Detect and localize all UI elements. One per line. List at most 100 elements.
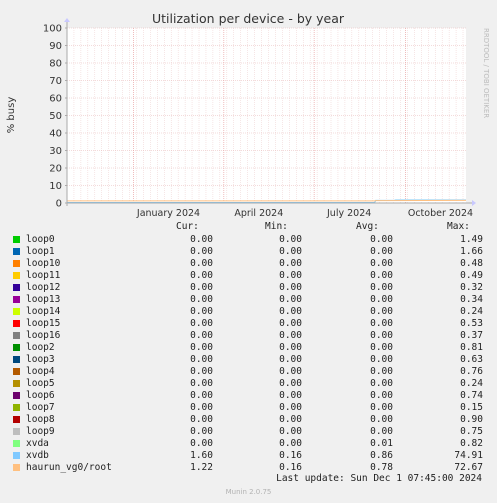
y-axis-label: % busy xyxy=(6,97,17,134)
legend-swatch xyxy=(13,284,20,291)
legend-row: loop14 0.00 0.00 0.00 0.24 xyxy=(0,306,497,318)
legend-avg-value: 0.00 xyxy=(370,294,393,305)
plot-area xyxy=(67,28,466,203)
legend-min-value: 0.00 xyxy=(279,234,302,245)
legend-min-value: 0.00 xyxy=(279,246,302,257)
legend-avg-value: 0.00 xyxy=(370,342,393,353)
legend-name: loop13 xyxy=(26,294,61,305)
legend-name: loop15 xyxy=(26,318,61,329)
legend-swatch xyxy=(13,452,20,459)
legend-swatch xyxy=(13,320,20,327)
legend-avg-value: 0.00 xyxy=(370,354,393,365)
legend-name: loop3 xyxy=(26,354,55,365)
legend-max-value: 0.76 xyxy=(460,366,483,377)
x-tick-label: October 2024 xyxy=(408,208,473,219)
legend-header-min: Min: xyxy=(265,221,288,232)
legend-min-value: 0.00 xyxy=(279,258,302,269)
legend-avg-value: 0.00 xyxy=(370,426,393,437)
legend-max-value: 0.15 xyxy=(460,402,483,413)
legend-row: xvdb 1.60 0.16 0.86 74.91 xyxy=(0,450,497,462)
legend-avg-value: 0.00 xyxy=(370,414,393,425)
legend-cur-value: 0.00 xyxy=(190,438,213,449)
legend-avg-value: 0.00 xyxy=(370,330,393,341)
chart-title: Utilization per device - by year xyxy=(152,11,345,26)
legend-cur-value: 0.00 xyxy=(190,318,213,329)
legend-min-value: 0.00 xyxy=(279,294,302,305)
legend-min-value: 0.00 xyxy=(279,438,302,449)
legend-cur-value: 0.00 xyxy=(190,414,213,425)
legend-avg-value: 0.00 xyxy=(370,378,393,389)
legend-max-value: 0.74 xyxy=(460,390,483,401)
y-tick-label: 0 xyxy=(56,199,62,210)
y-tick-label: 100 xyxy=(43,24,62,35)
legend-swatch xyxy=(13,332,20,339)
y-tick-label: 50 xyxy=(49,111,62,122)
legend-cur-value: 0.00 xyxy=(190,270,213,281)
y-tick-label: 40 xyxy=(49,129,62,140)
y-tick-label: 90 xyxy=(49,41,62,52)
munin-footer: Munin 2.0.75 xyxy=(225,488,272,496)
legend-avg-value: 0.00 xyxy=(370,366,393,377)
legend-cur-value: 0.00 xyxy=(190,306,213,317)
legend-avg-value: 0.00 xyxy=(370,234,393,245)
legend-header-avg: Avg: xyxy=(356,221,379,232)
legend-swatch xyxy=(13,296,20,303)
legend-row: loop13 0.00 0.00 0.00 0.34 xyxy=(0,294,497,306)
legend-min-value: 0.00 xyxy=(279,366,302,377)
legend-name: loop10 xyxy=(26,258,61,269)
series-line xyxy=(67,199,467,202)
legend-name: loop2 xyxy=(26,342,55,353)
legend-row: loop16 0.00 0.00 0.00 0.37 xyxy=(0,330,497,342)
legend-cur-value: 0.00 xyxy=(190,246,213,257)
y-tick-label: 70 xyxy=(49,76,62,87)
legend-max-value: 0.34 xyxy=(460,294,483,305)
legend-name: loop9 xyxy=(26,426,55,437)
x-tick-label: January 2024 xyxy=(136,208,200,219)
legend-name: loop7 xyxy=(26,402,55,413)
legend-cur-value: 0.00 xyxy=(190,426,213,437)
legend-cur-value: 0.00 xyxy=(190,354,213,365)
legend-row: loop0 0.00 0.00 0.00 1.49 xyxy=(0,234,497,246)
legend-max-value: 0.49 xyxy=(460,270,483,281)
legend-max-value: 1.66 xyxy=(460,246,483,257)
legend-min-value: 0.00 xyxy=(279,426,302,437)
y-tick-label: 10 xyxy=(49,181,62,192)
legend-name: loop5 xyxy=(26,378,55,389)
rrdtool-side-label: RRDTOOL / TOBI OETIKER xyxy=(482,28,490,118)
legend-min-value: 0.00 xyxy=(279,354,302,365)
legend-cur-value: 0.00 xyxy=(190,402,213,413)
legend-avg-value: 0.86 xyxy=(370,450,393,461)
legend-row: loop7 0.00 0.00 0.00 0.15 xyxy=(0,402,497,414)
legend-swatch xyxy=(13,308,20,315)
legend-name: loop14 xyxy=(26,306,61,317)
last-update: Last update: Sun Dec 1 07:45:00 2024 xyxy=(276,473,482,484)
legend-name: loop0 xyxy=(26,234,55,245)
legend-min-value: 0.00 xyxy=(279,282,302,293)
legend-cur-value: 0.00 xyxy=(190,342,213,353)
legend-cur-value: 0.00 xyxy=(190,390,213,401)
legend-name: loop4 xyxy=(26,366,55,377)
legend-avg-value: 0.00 xyxy=(370,246,393,257)
legend-avg-value: 0.00 xyxy=(370,402,393,413)
legend-cur-value: 0.00 xyxy=(190,234,213,245)
legend-row: loop9 0.00 0.00 0.00 0.75 xyxy=(0,426,497,438)
legend-avg-value: 0.01 xyxy=(370,438,393,449)
legend-avg-value: 0.00 xyxy=(370,258,393,269)
legend-swatch xyxy=(13,380,20,387)
legend-min-value: 0.00 xyxy=(279,270,302,281)
legend-row: loop4 0.00 0.00 0.00 0.76 xyxy=(0,366,497,378)
legend-row: loop2 0.00 0.00 0.00 0.81 xyxy=(0,342,497,354)
legend-name: haurun_vg0/root xyxy=(26,462,112,473)
legend-row: loop1 0.00 0.00 0.00 1.66 xyxy=(0,246,497,258)
legend-swatch xyxy=(13,464,20,471)
legend-swatch xyxy=(13,392,20,399)
legend-max-value: 0.90 xyxy=(460,414,483,425)
legend-max-value: 0.63 xyxy=(460,354,483,365)
legend-row: loop10 0.00 0.00 0.00 0.48 xyxy=(0,258,497,270)
legend-avg-value: 0.00 xyxy=(370,282,393,293)
legend-swatch xyxy=(13,440,20,447)
legend-cur-value: 0.00 xyxy=(190,294,213,305)
legend-max-value: 0.75 xyxy=(460,426,483,437)
legend-swatch xyxy=(13,404,20,411)
legend-max-value: 0.37 xyxy=(460,330,483,341)
